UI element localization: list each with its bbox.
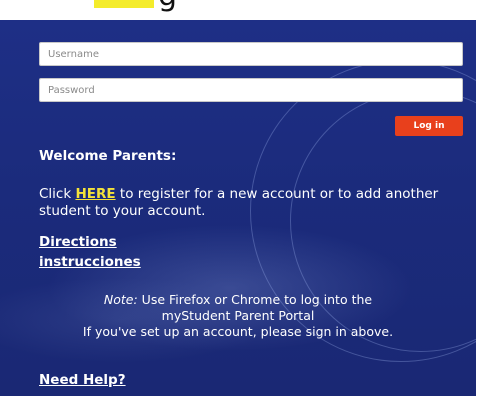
register-text: Click HERE to register for a new account… xyxy=(39,186,459,220)
header-partial-text: g xyxy=(158,0,178,13)
password-input[interactable] xyxy=(39,78,463,102)
need-help-link[interactable]: Need Help? xyxy=(39,372,126,389)
header-highlight xyxy=(94,0,154,8)
register-prefix: Click xyxy=(39,186,76,202)
login-panel: Log in Welcome Parents: Click HERE to re… xyxy=(0,20,476,396)
note-line-2: myStudent Parent Portal xyxy=(161,308,315,323)
note-label: Note: xyxy=(103,292,138,307)
login-button[interactable]: Log in xyxy=(395,116,463,136)
instrucciones-link[interactable]: instrucciones xyxy=(39,254,141,271)
register-here-link[interactable]: HERE xyxy=(75,186,115,202)
note-line-1: Note: Use Firefox or Chrome to log into … xyxy=(6,292,470,308)
note-line-3: If you've set up an account, please sign… xyxy=(82,324,394,339)
welcome-heading: Welcome Parents: xyxy=(39,148,177,164)
username-input[interactable] xyxy=(39,42,463,66)
note-line-1-text: Use Firefox or Chrome to log into the xyxy=(137,292,373,307)
browser-note: Note: Use Firefox or Chrome to log into … xyxy=(6,292,470,340)
directions-link[interactable]: Directions xyxy=(39,234,117,251)
page-header-strip: g xyxy=(0,0,486,20)
